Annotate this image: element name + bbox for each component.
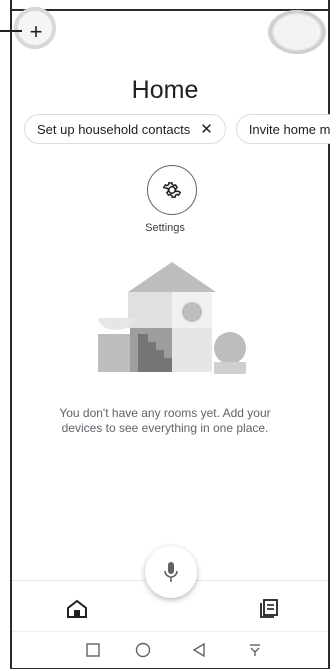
settings-label: Settings <box>145 222 185 234</box>
chevron-down-icon <box>250 644 260 656</box>
chip-label: Set up household contacts <box>37 121 191 137</box>
circle-icon <box>135 642 151 658</box>
settings-button[interactable] <box>147 165 197 215</box>
recents-button[interactable] <box>82 640 104 660</box>
pointer-line <box>0 30 22 32</box>
chip-invite-home[interactable]: Invite home m <box>235 114 330 144</box>
home-icon[interactable] <box>66 599 88 619</box>
feed-icon[interactable] <box>258 597 280 619</box>
system-navigation <box>12 631 328 668</box>
add-button[interactable]: + <box>22 18 50 46</box>
voice-button[interactable] <box>145 546 197 598</box>
empty-home-illustration <box>98 262 246 374</box>
empty-state-message: You don't have any rooms yet. Add your d… <box>59 406 271 435</box>
chip-row: Set up household contacts ✕ Invite home … <box>24 114 330 144</box>
frame-top <box>10 9 330 11</box>
mic-icon <box>164 562 178 582</box>
back-button[interactable] <box>188 640 210 660</box>
gear-icon <box>162 182 182 198</box>
page-title: Home <box>131 76 199 104</box>
chip-label: Invite home m <box>248 121 330 137</box>
triangle-back-icon <box>192 643 205 657</box>
square-icon <box>86 643 100 657</box>
home-system-button[interactable] <box>132 640 154 660</box>
chip-household-contacts[interactable]: Set up household contacts ✕ <box>24 114 226 144</box>
close-icon[interactable]: ✕ <box>200 120 213 138</box>
scribble-right <box>268 10 326 54</box>
plus-icon: + <box>29 19 43 44</box>
notification-shade-button[interactable] <box>244 640 266 660</box>
